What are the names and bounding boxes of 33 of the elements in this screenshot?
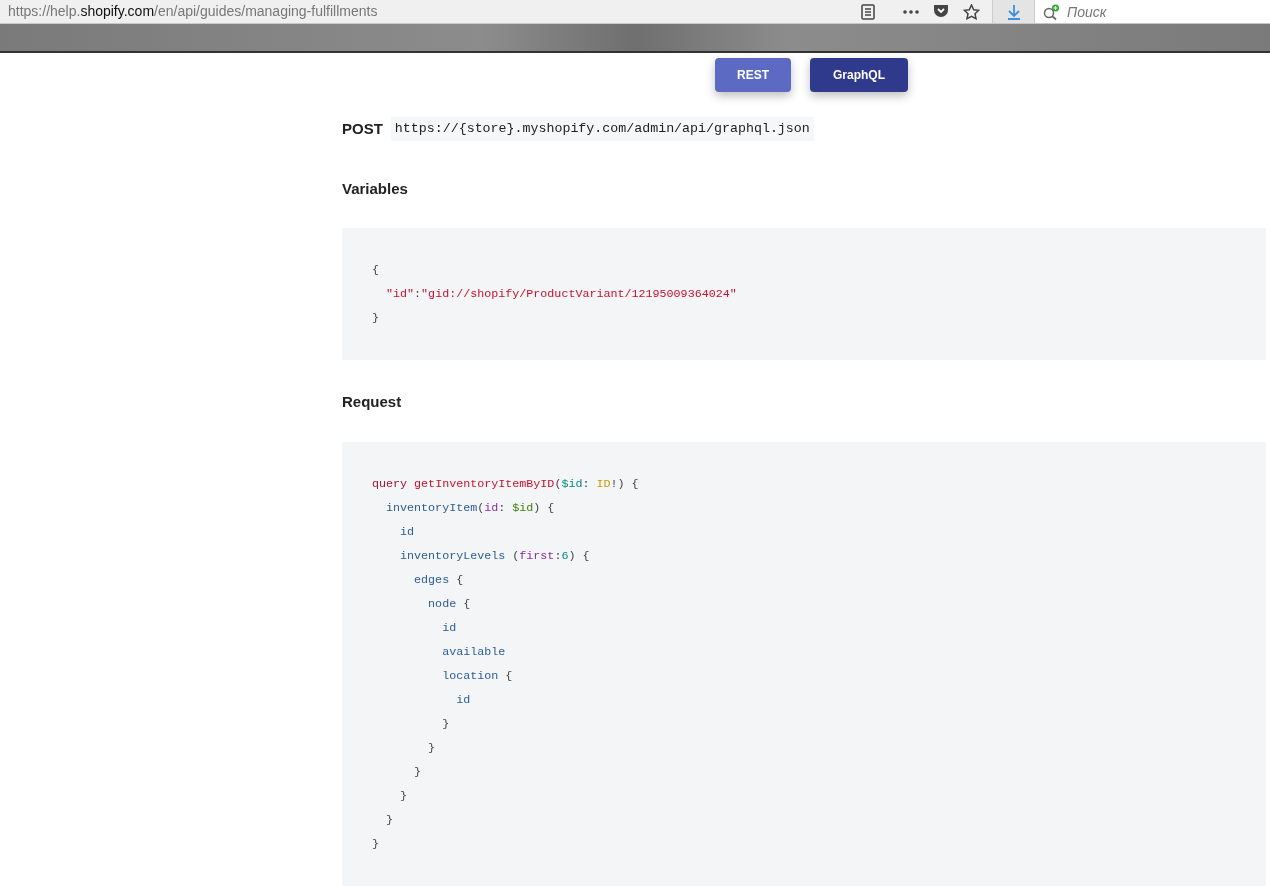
endpoint-url: https://{store}.myshopify.com/admin/api/graphql.json [390, 117, 814, 141]
code-line: } [413, 763, 422, 781]
code-line: } [427, 739, 436, 757]
more-icon[interactable] [903, 9, 919, 14]
url-text: https://help.shopify.com/en/api/guides/managing-fulfillments [8, 2, 378, 21]
code-line: available [441, 643, 506, 661]
code-line: node { [427, 595, 471, 613]
http-method: POST [342, 118, 383, 139]
code-line: id [441, 619, 457, 637]
code-line: inventoryItem(id: $id) { [385, 499, 555, 517]
section-heading: Request [342, 392, 403, 413]
code-line: } [372, 310, 379, 328]
pocket-icon[interactable] [933, 4, 949, 19]
code-line: } [385, 811, 394, 829]
tab[interactable]: GraphQL [810, 58, 909, 92]
code-line: "id":"gid://shopify/ProductVariant/12195009364024" [385, 286, 737, 304]
code-line: inventoryLevels (first:6) { [399, 547, 590, 565]
section-heading: Variables [342, 178, 409, 199]
code-line: id [399, 523, 415, 541]
code-line: location { [441, 667, 513, 685]
code-line: } [372, 835, 379, 853]
code-line: } [441, 715, 450, 733]
search-icon [1043, 3, 1061, 20]
download-icon[interactable] [1006, 3, 1021, 20]
code-line: edges { [413, 571, 464, 589]
tab[interactable]: REST [715, 58, 791, 92]
code-line: query getInventoryItemByID($id: ID!) { [372, 475, 639, 493]
code-line: } [399, 787, 408, 805]
reader-view-icon[interactable] [861, 3, 875, 20]
code-line: { [372, 262, 379, 280]
star-icon[interactable] [963, 3, 980, 20]
address-bar[interactable]: https://help.shopify.com/en/api/guides/managing-fulfillments [0, 0, 861, 23]
code-line: id [455, 691, 471, 709]
